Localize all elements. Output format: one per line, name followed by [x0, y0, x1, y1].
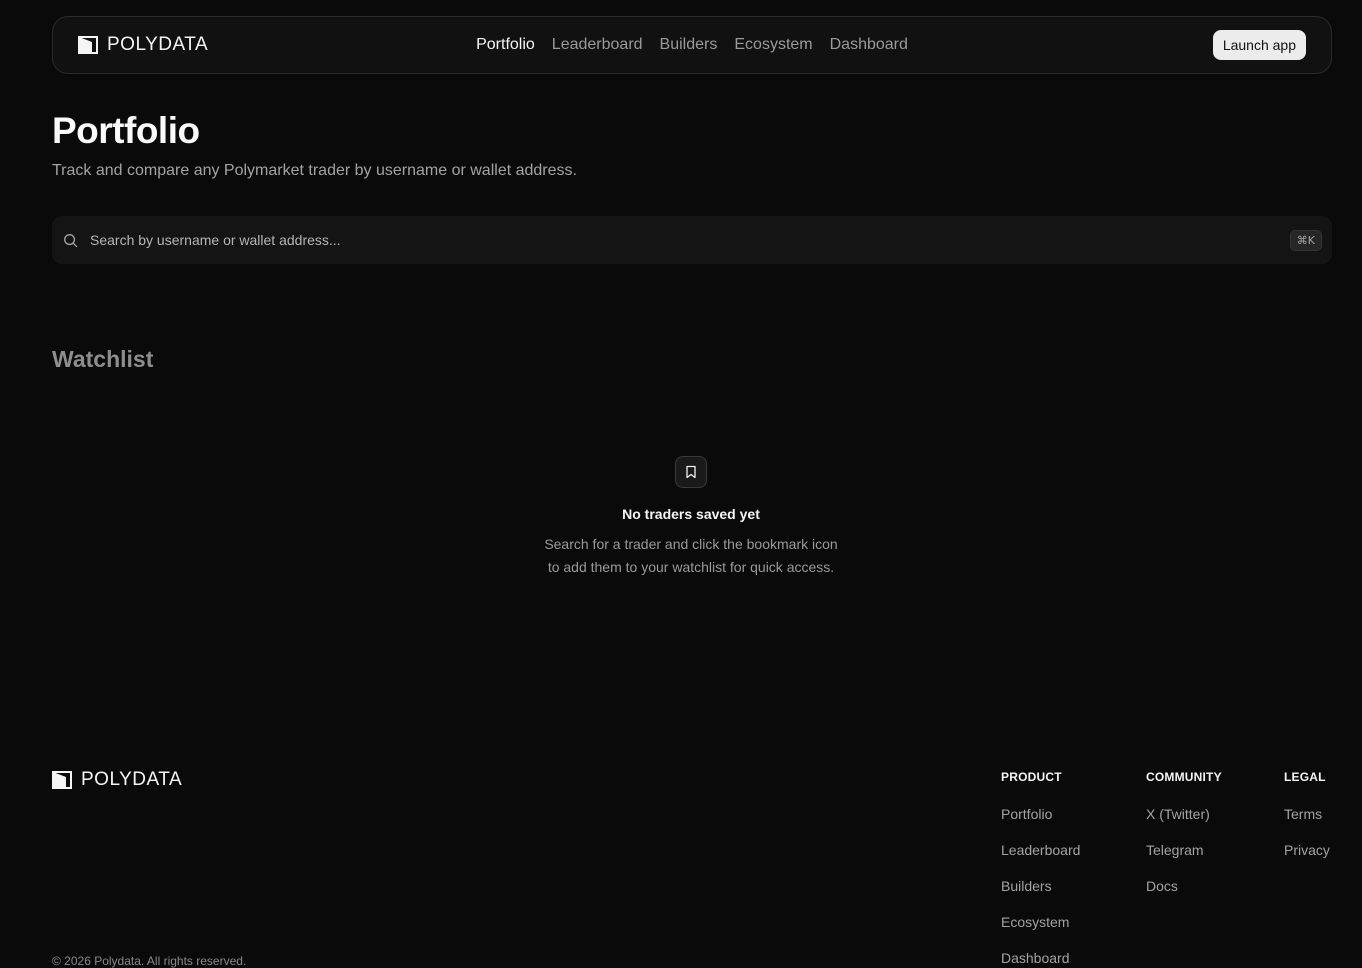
nav-link-builders[interactable]: Builders: [660, 36, 718, 54]
copyright-text: © 2026 Polydata. All rights reserved.: [52, 954, 247, 968]
empty-state-line-2: to add them to your watchlist for quick …: [547, 559, 835, 575]
footer-link-leaderboard[interactable]: Leaderboard: [1001, 843, 1080, 858]
nav-link-portfolio[interactable]: Portfolio: [476, 36, 535, 54]
footer-link-telegram[interactable]: Telegram: [1146, 843, 1222, 858]
empty-state-line-1: Search for a trader and click the bookma…: [544, 536, 838, 552]
footer-brand-name: POLYDATA: [81, 769, 183, 790]
search-bar[interactable]: ⌘K: [52, 216, 1332, 264]
footer-link-ecosystem[interactable]: Ecosystem: [1001, 915, 1080, 930]
empty-state-icon-box: [675, 456, 707, 488]
page-title: Portfolio: [52, 110, 200, 151]
nav-link-leaderboard[interactable]: Leaderboard: [552, 36, 643, 54]
launch-app-button[interactable]: Launch app: [1212, 30, 1306, 60]
top-navbar: POLYDATA Portfolio Leaderboard Builders …: [52, 16, 1332, 74]
polydata-logo-icon: [78, 36, 98, 54]
search-input[interactable]: [90, 232, 1290, 248]
footer-link-portfolio[interactable]: Portfolio: [1001, 807, 1080, 822]
footer-heading-community: COMMUNITY: [1146, 770, 1222, 784]
footer-link-privacy[interactable]: Privacy: [1284, 843, 1330, 858]
nav-link-dashboard[interactable]: Dashboard: [830, 36, 908, 54]
footer-link-dashboard[interactable]: Dashboard: [1001, 951, 1080, 966]
footer-heading-legal: LEGAL: [1284, 770, 1326, 784]
footer-column-community: COMMUNITY X (Twitter) Telegram Docs: [1146, 770, 1222, 894]
footer-heading-product: PRODUCT: [1001, 770, 1062, 784]
empty-state-title: No traders saved yet: [622, 506, 760, 522]
footer-link-terms[interactable]: Terms: [1284, 807, 1330, 822]
brand-name: POLYDATA: [107, 34, 209, 55]
footer-link-docs[interactable]: Docs: [1146, 879, 1222, 894]
search-icon: [64, 233, 78, 247]
search-shortcut-badge: ⌘K: [1289, 229, 1322, 251]
footer-link-twitter[interactable]: X (Twitter): [1146, 807, 1222, 822]
watchlist-title: Watchlist: [52, 346, 154, 372]
nav-link-ecosystem[interactable]: Ecosystem: [734, 36, 812, 54]
bookmark-icon: [686, 465, 696, 479]
main-nav: Portfolio Leaderboard Builders Ecosystem…: [476, 36, 908, 54]
footer-column-product: PRODUCT Portfolio Leaderboard Builders E…: [1001, 770, 1080, 966]
footer-column-legal: LEGAL Terms Privacy: [1284, 770, 1330, 858]
brand-logo[interactable]: POLYDATA: [78, 34, 208, 56]
footer-brand-logo[interactable]: POLYDATA: [52, 769, 182, 791]
polydata-logo-icon: [52, 771, 72, 789]
footer-link-builders[interactable]: Builders: [1001, 879, 1080, 894]
page-subtitle: Track and compare any Polymarket trader …: [52, 162, 577, 179]
watchlist-empty-state: No traders saved yet Search for a trader…: [491, 456, 891, 579]
empty-state-description: Search for a trader and click the bookma…: [491, 533, 891, 579]
